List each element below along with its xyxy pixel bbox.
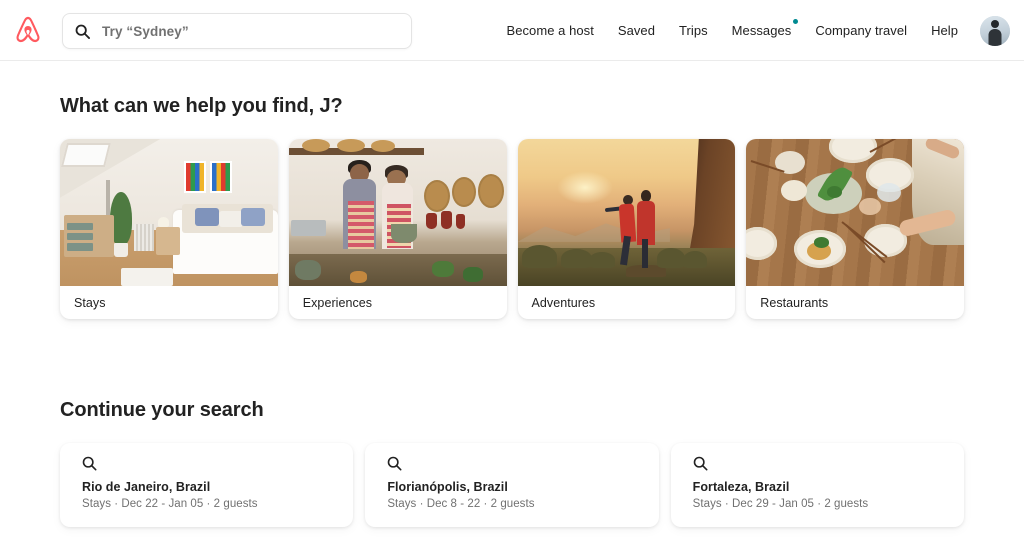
avatar[interactable] bbox=[980, 16, 1010, 46]
site-header: Become a host Saved Trips Messages Compa… bbox=[0, 0, 1024, 61]
recent-search-title: Rio de Janeiro, Brazil bbox=[82, 480, 331, 494]
main-content: What can we help you find, J? bbox=[0, 95, 1024, 527]
search-icon bbox=[75, 24, 90, 39]
recent-search-card[interactable]: Florianópolis, Brazil Stays · Dec 8 - 22… bbox=[365, 443, 658, 527]
continue-search-title: Continue your search bbox=[60, 399, 964, 422]
recent-search-card[interactable]: Fortaleza, Brazil Stays · Dec 29 - Jan 0… bbox=[671, 443, 964, 527]
category-card-grid: Stays bbox=[60, 139, 964, 319]
search-input[interactable] bbox=[102, 24, 399, 39]
nav-item-become-a-host[interactable]: Become a host bbox=[495, 15, 606, 46]
recent-search-subtitle: Stays · Dec 29 - Jan 05 · 2 guests bbox=[693, 498, 942, 510]
search-icon bbox=[387, 456, 402, 471]
search-icon bbox=[693, 456, 708, 471]
overhead-dining-table-photo bbox=[746, 139, 964, 286]
header-nav: Become a host Saved Trips Messages Compa… bbox=[495, 0, 1011, 61]
category-card-adventures[interactable]: Adventures bbox=[518, 139, 736, 319]
search-icon bbox=[82, 456, 97, 471]
nav-item-saved[interactable]: Saved bbox=[606, 15, 667, 46]
recent-search-subtitle: Stays · Dec 8 - 22 · 2 guests bbox=[387, 498, 636, 510]
category-card-stays[interactable]: Stays bbox=[60, 139, 278, 319]
nav-item-trips[interactable]: Trips bbox=[667, 15, 720, 46]
nav-label: Trips bbox=[679, 23, 708, 38]
category-label: Stays bbox=[60, 286, 278, 319]
nav-label: Help bbox=[931, 23, 958, 38]
cooking-class-photo bbox=[289, 139, 507, 286]
nav-item-messages[interactable]: Messages bbox=[720, 15, 804, 46]
page-title: What can we help you find, J? bbox=[60, 95, 964, 118]
recent-search-title: Fortaleza, Brazil bbox=[693, 480, 942, 494]
category-label: Adventures bbox=[518, 286, 736, 319]
recent-search-card[interactable]: Rio de Janeiro, Brazil Stays · Dec 22 - … bbox=[60, 443, 353, 527]
nav-item-company-travel[interactable]: Company travel bbox=[803, 15, 919, 46]
avatar-head bbox=[991, 20, 999, 28]
avatar-figure bbox=[989, 29, 1002, 46]
airbnb-belo-logo-icon[interactable] bbox=[8, 10, 48, 50]
recent-search-title: Florianópolis, Brazil bbox=[387, 480, 636, 494]
category-label: Restaurants bbox=[746, 286, 964, 319]
nav-label: Become a host bbox=[507, 23, 594, 38]
nav-label: Company travel bbox=[815, 23, 907, 38]
category-label: Experiences bbox=[289, 286, 507, 319]
search-bar[interactable] bbox=[62, 13, 412, 49]
nav-label: Messages bbox=[732, 23, 792, 38]
category-card-experiences[interactable]: Experiences bbox=[289, 139, 507, 319]
nav-item-help[interactable]: Help bbox=[919, 15, 970, 46]
recent-search-subtitle: Stays · Dec 22 - Jan 05 · 2 guests bbox=[82, 498, 331, 510]
continue-search-grid: Rio de Janeiro, Brazil Stays · Dec 22 - … bbox=[60, 443, 964, 527]
nav-label: Saved bbox=[618, 23, 655, 38]
bedroom-interior-photo bbox=[60, 139, 278, 286]
hikers-sunset-mountain-photo bbox=[518, 139, 736, 286]
category-card-restaurants[interactable]: Restaurants bbox=[746, 139, 964, 319]
messages-unread-badge bbox=[793, 19, 798, 24]
